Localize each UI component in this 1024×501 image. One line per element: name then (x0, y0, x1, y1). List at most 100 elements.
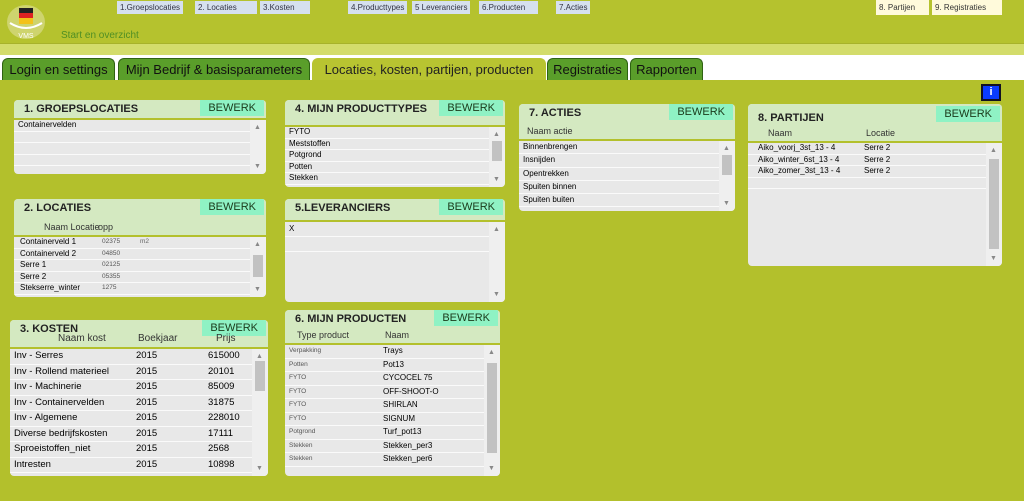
nav-producttypes[interactable]: 4.Producttypes (348, 1, 408, 14)
info-button[interactable]: i (981, 84, 1001, 101)
list-item[interactable]: Inv - Machinerie 2015 85009 (10, 380, 252, 396)
scroll-thumb[interactable] (255, 361, 265, 391)
scroll-down-icon[interactable]: ▼ (254, 163, 261, 170)
nav-leveranciers[interactable]: 5 Leveranciers (412, 1, 471, 14)
scrollbar[interactable]: ▲ ▼ (484, 345, 500, 476)
scroll-up-icon[interactable]: ▲ (254, 124, 261, 131)
nav-locaties[interactable]: 2. Locaties (195, 1, 257, 14)
list-item[interactable]: Aiko_zomer_3st_13 - 4 Serre 2 (748, 166, 986, 178)
edit-button[interactable]: BEWERK (434, 310, 498, 326)
list-item[interactable]: Potgrond (285, 150, 489, 162)
list-item[interactable]: Inv - Containervelden 2015 31875 (10, 396, 252, 411)
scrollbar[interactable]: ▲ ▼ (250, 120, 266, 174)
list-item[interactable]: Spuiten binnen (519, 181, 719, 195)
list-item[interactable]: Containervelden (14, 120, 250, 132)
list-item[interactable]: Aiko_voorj_3st_13 - 4 Serre 2 (748, 143, 986, 155)
list-item[interactable]: Stekken Stekken_per3 (285, 440, 484, 453)
scroll-up-icon[interactable]: ▲ (256, 353, 263, 360)
list-item[interactable]: X (285, 222, 489, 237)
list-item[interactable]: Spuiten buiten (519, 194, 719, 208)
scroll-up-icon[interactable]: ▲ (488, 349, 495, 356)
list-item[interactable]: Stekken Stekken_per6 (285, 453, 484, 467)
list-item[interactable]: Stekken (285, 173, 489, 185)
list-item[interactable]: FYTO OFF-SHOOT-O (285, 386, 484, 399)
cell: 2015 (136, 396, 158, 408)
list-item[interactable]: Diverse bedrijfskosten 2015 17111 (10, 427, 252, 442)
start-overview-link[interactable]: Start en overzicht (61, 30, 139, 41)
scroll-up-icon[interactable]: ▲ (493, 131, 500, 138)
edit-button[interactable]: BEWERK (439, 199, 503, 215)
scroll-thumb[interactable] (253, 255, 263, 277)
nav-producten[interactable]: 6.Producten (479, 1, 538, 14)
edit-button[interactable]: BEWERK (936, 106, 1000, 122)
scrollbar[interactable]: ▲ ▼ (489, 222, 505, 302)
list-item[interactable]: Stekserre_winter 1275 (14, 283, 250, 295)
tab-rapporten[interactable]: Rapporten (630, 58, 703, 80)
list-item[interactable]: Inv - Serres 2015 615000 (10, 349, 252, 365)
cell: Sproeistoffen_niet (14, 443, 91, 454)
scroll-down-icon[interactable]: ▼ (254, 286, 261, 293)
list-item[interactable]: FYTO CYCOCEL 75 (285, 372, 484, 386)
scrollbar[interactable]: ▲ ▼ (252, 349, 268, 476)
scroll-up-icon[interactable]: ▲ (254, 241, 261, 248)
list-item[interactable]: Containerveld 1 02375 m2 (14, 237, 250, 249)
tab-locaties-kosten[interactable]: Locaties, kosten, partijen, producten (312, 58, 546, 80)
list-item[interactable]: Potten (285, 162, 489, 173)
nav-acties[interactable]: 7.Acties (556, 1, 591, 14)
scrollbar[interactable]: ▲ ▼ (719, 141, 735, 211)
list-item[interactable]: Verpakking Trays (285, 345, 484, 359)
scroll-down-icon[interactable]: ▼ (493, 291, 500, 298)
scroll-down-icon[interactable]: ▼ (256, 465, 263, 472)
edit-button[interactable]: BEWERK (200, 100, 264, 116)
list-item[interactable]: FYTO (285, 127, 489, 139)
scroll-thumb[interactable] (487, 363, 497, 453)
tab-registraties[interactable]: Registraties (547, 58, 628, 80)
list-item[interactable]: Serre 2 05355 (14, 272, 250, 283)
list-item[interactable] (748, 178, 986, 189)
scroll-up-icon[interactable]: ▲ (493, 226, 500, 233)
list-item[interactable] (285, 237, 489, 252)
list-item[interactable]: Aiko_winter_6st_13 - 4 Serre 2 (748, 155, 986, 166)
list-item[interactable]: Intresten 2015 10898 (10, 458, 252, 473)
edit-button[interactable]: BEWERK (200, 199, 264, 215)
list-item[interactable]: Inv - Algemene 2015 228010 (10, 411, 252, 427)
scrollbar[interactable]: ▲ ▼ (489, 127, 505, 187)
scroll-thumb[interactable] (492, 141, 502, 161)
nav-kosten[interactable]: 3.Kosten (260, 1, 310, 14)
list-item[interactable]: FYTO SIGNUM (285, 413, 484, 426)
list-item[interactable]: Sproeistoffen_niet 2015 2568 (10, 442, 252, 458)
scroll-up-icon[interactable]: ▲ (723, 145, 730, 152)
list-item[interactable]: Serre 1 02125 (14, 260, 250, 272)
scroll-up-icon[interactable]: ▲ (990, 147, 997, 154)
scroll-thumb[interactable] (989, 159, 999, 249)
nav-registraties[interactable]: 9. Registraties (932, 0, 1002, 15)
list-item[interactable] (285, 467, 484, 477)
vms-logo[interactable]: VMS (6, 3, 46, 41)
list-item[interactable]: Inv - Rollend materieel 2015 20101 (10, 365, 252, 380)
list-item[interactable] (14, 132, 250, 143)
list-item[interactable]: Binnenbrengen (519, 141, 719, 155)
list-item[interactable]: Containerveld 2 04850 (14, 249, 250, 260)
list-item[interactable] (14, 143, 250, 155)
scrollbar[interactable]: ▲ ▼ (986, 143, 1002, 266)
nav-partijen[interactable]: 8. Partijen (876, 0, 929, 15)
nav-groepslocaties[interactable]: 1.Groepslocaties (117, 1, 184, 14)
scroll-down-icon[interactable]: ▼ (723, 200, 730, 207)
scroll-thumb[interactable] (722, 155, 732, 175)
tab-mijn-bedrijf[interactable]: Mijn Bedrijf & basisparameters (118, 58, 310, 80)
list-item[interactable]: Opentrekken (519, 168, 719, 181)
list-item[interactable]: Meststoffen (285, 139, 489, 150)
scrollbar[interactable]: ▲ ▼ (250, 237, 266, 297)
scroll-down-icon[interactable]: ▼ (990, 255, 997, 262)
tab-login-settings[interactable]: Login en settings (2, 58, 115, 80)
edit-button[interactable]: BEWERK (439, 100, 503, 116)
list-item[interactable]: Potten Pot13 (285, 359, 484, 372)
list-item[interactable] (14, 155, 250, 166)
list-item[interactable]: Insnijden (519, 154, 719, 168)
list-item[interactable]: Potgrond Turf_pot13 (285, 426, 484, 440)
scroll-down-icon[interactable]: ▼ (493, 176, 500, 183)
scroll-down-icon[interactable]: ▼ (488, 465, 495, 472)
column-header: Naam Locatie (44, 222, 100, 232)
list-item[interactable]: FYTO SHIRLAN (285, 399, 484, 413)
edit-button[interactable]: BEWERK (669, 104, 733, 120)
